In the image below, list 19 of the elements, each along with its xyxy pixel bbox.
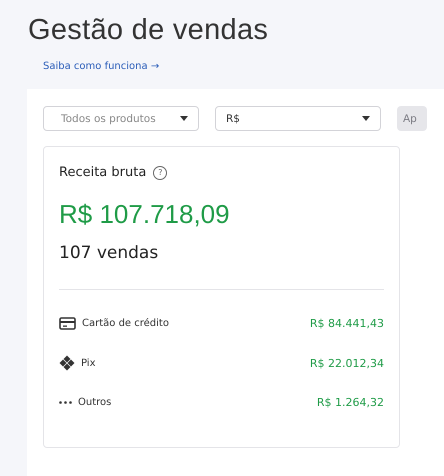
credit-card-icon [59, 317, 76, 330]
more-icon [59, 401, 72, 404]
diamond-icon [59, 355, 75, 372]
sales-count: 107 vendas [59, 243, 160, 263]
payment-amount: R$ 84.441,43 [310, 317, 384, 330]
dropdown-caret-icon [362, 116, 370, 121]
currency-select[interactable]: R$ [215, 106, 381, 131]
payment-amount: R$ 22.012,34 [310, 356, 384, 370]
revenue-total: R$ 107.718,09 [59, 199, 231, 230]
page-title: Gestão de vendas [28, 14, 270, 47]
product-select[interactable]: Todos os produtos [43, 106, 199, 131]
payment-method-label: Outros [78, 397, 112, 408]
payment-method-label: Cartão de crédito [82, 318, 170, 330]
payment-amount: R$ 1.264,32 [316, 396, 384, 410]
dropdown-caret-icon [180, 116, 188, 121]
payment-method-label: Pix [81, 358, 97, 369]
help-link[interactable]: Saiba como funciona → [43, 61, 160, 72]
card-title: Receita bruta [59, 165, 146, 180]
help-icon[interactable]: ? [153, 166, 168, 180]
